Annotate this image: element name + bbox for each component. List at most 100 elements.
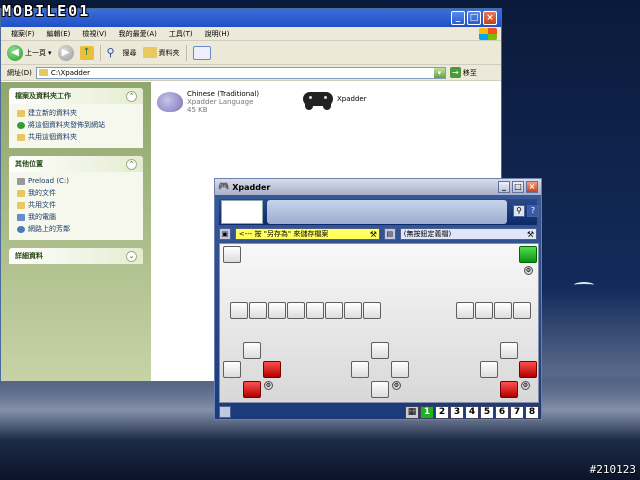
maximize-button[interactable]: □: [467, 11, 481, 25]
button-key[interactable]: [363, 302, 381, 319]
minimize-button[interactable]: _: [498, 181, 510, 193]
set-slot[interactable]: 7: [510, 405, 524, 419]
address-bar: 網址(D) C:\Xpadder ▾ → 移至: [1, 65, 501, 81]
panel-header[interactable]: 詳細資料 ⌄: [9, 248, 143, 264]
set-slot[interactable]: 4: [465, 405, 479, 419]
stick-up[interactable]: [500, 342, 518, 359]
back-arrow-icon: ◀: [7, 44, 23, 61]
menu-file[interactable]: 檔案(F): [11, 29, 35, 39]
help-icon[interactable]: ?: [527, 205, 539, 217]
set-slot[interactable]: 6: [495, 405, 509, 419]
search-icon[interactable]: ⚲: [513, 205, 525, 217]
stick-left[interactable]: [480, 361, 498, 378]
profile-icon[interactable]: ▣: [219, 228, 231, 240]
back-dropdown-icon[interactable]: ▾: [48, 49, 52, 57]
dpad-up[interactable]: [371, 342, 389, 359]
button-key[interactable]: [306, 302, 324, 319]
close-button[interactable]: ×: [483, 11, 497, 25]
menu-help[interactable]: 說明(H): [205, 29, 230, 39]
wrench-icon[interactable]: ⚒: [370, 229, 377, 240]
stick-left[interactable]: [223, 361, 241, 378]
panel-header[interactable]: 其他位置 ⌃: [9, 156, 143, 172]
button-key[interactable]: [230, 302, 248, 319]
panel-header[interactable]: 檔案及資料夾工作 ⌃: [9, 88, 143, 104]
slot-grid-icon[interactable]: ▦: [405, 405, 419, 419]
maximize-button[interactable]: □: [512, 181, 524, 193]
button-key[interactable]: [456, 302, 474, 319]
gamepad-icon: 🎮: [218, 182, 230, 192]
task-new-folder[interactable]: 建立新的資料夾: [17, 107, 135, 119]
xpadder-titlebar[interactable]: 🎮 Xpadder _ □ ×: [215, 179, 541, 195]
new-folder-icon: [17, 109, 25, 117]
button-key[interactable]: [268, 302, 286, 319]
place-my-documents[interactable]: 我的文件: [17, 187, 135, 199]
stick-up[interactable]: [243, 342, 261, 359]
dpad-right[interactable]: [391, 361, 409, 378]
wrench-icon[interactable]: ⚒: [527, 229, 534, 240]
button-key[interactable]: [223, 246, 241, 263]
gear-icon[interactable]: ⚙: [524, 266, 533, 275]
set-slot[interactable]: 8: [525, 405, 539, 419]
views-button[interactable]: [192, 45, 211, 60]
stick-right[interactable]: [519, 361, 537, 378]
address-input[interactable]: C:\Xpadder ▾: [35, 66, 446, 79]
button-key[interactable]: [344, 302, 362, 319]
file-item-language[interactable]: Chinese (Traditional) Xpadder Language 4…: [157, 90, 259, 114]
place-shared-documents[interactable]: 共用文件: [17, 199, 135, 211]
profile-select[interactable]: <--- 按 "另存為" 來儲存檔案 ⚒: [234, 228, 380, 240]
go-button[interactable]: → 移至: [449, 67, 477, 78]
stick-right[interactable]: [263, 361, 281, 378]
set-slot[interactable]: 5: [480, 405, 494, 419]
settings-icon[interactable]: [219, 406, 231, 418]
dpad-down[interactable]: [371, 381, 389, 398]
menu-tools[interactable]: 工具(T): [169, 29, 193, 39]
gear-icon[interactable]: ⚙: [392, 381, 401, 390]
place-my-computer[interactable]: 我的電腦: [17, 211, 135, 223]
controller-name-bar[interactable]: [267, 200, 507, 224]
menu-favorites[interactable]: 我的最愛(A): [119, 29, 157, 39]
task-publish-web[interactable]: 將這個資料夾發佈到網站: [17, 119, 135, 131]
gear-icon[interactable]: ⚙: [521, 381, 530, 390]
set-icon[interactable]: ▤: [383, 228, 396, 240]
up-folder-button[interactable]: ↑: [79, 45, 94, 60]
minimize-button[interactable]: _: [451, 11, 465, 25]
file-size: 45 KB: [187, 106, 208, 114]
controller-image-box[interactable]: [221, 200, 263, 224]
button-key[interactable]: [249, 302, 267, 319]
place-drive-c[interactable]: Preload (C:): [17, 175, 135, 187]
button-key[interactable]: [475, 302, 493, 319]
button-key[interactable]: [494, 302, 512, 319]
stick-down[interactable]: [500, 381, 518, 398]
folder-icon: [142, 47, 157, 58]
collapse-icon[interactable]: ⌃: [126, 90, 137, 102]
file-item-xpadder[interactable]: Xpadder: [303, 88, 367, 110]
search-button[interactable]: ⚲ 搜尋: [107, 46, 137, 60]
back-button[interactable]: ◀ 上一頁 ▾: [7, 44, 52, 61]
dpad-left[interactable]: [351, 361, 369, 378]
button-key[interactable]: [287, 302, 305, 319]
button-key-active[interactable]: [519, 246, 537, 263]
expand-icon[interactable]: ⌄: [126, 250, 137, 262]
stick-down[interactable]: [243, 381, 261, 398]
menu-view[interactable]: 檢視(V): [82, 29, 106, 39]
set-slot[interactable]: 1: [420, 405, 434, 419]
address-dropdown-icon[interactable]: ▾: [433, 67, 445, 78]
menu-edit[interactable]: 編輯(E): [47, 29, 71, 39]
image-id-watermark: #210123: [589, 463, 636, 476]
close-button[interactable]: ×: [526, 181, 538, 193]
toolbar-separator: [185, 44, 187, 61]
folder-icon: [17, 189, 25, 197]
set-slot[interactable]: 2: [435, 405, 449, 419]
go-label: 移至: [462, 68, 477, 77]
button-key[interactable]: [325, 302, 343, 319]
folders-button[interactable]: 資料夾: [142, 47, 180, 58]
task-share-folder[interactable]: 共用這個資料夾: [17, 131, 135, 143]
set-select[interactable]: (無按鈕定義檔) ⚒: [399, 228, 537, 240]
forward-button[interactable]: ▶: [57, 44, 74, 61]
place-network[interactable]: 網路上的芳鄰: [17, 223, 135, 235]
toolbar-separator: [99, 44, 101, 61]
set-slot[interactable]: 3: [450, 405, 464, 419]
button-key[interactable]: [513, 302, 531, 319]
gear-icon[interactable]: ⚙: [264, 381, 273, 390]
collapse-icon[interactable]: ⌃: [126, 158, 137, 170]
